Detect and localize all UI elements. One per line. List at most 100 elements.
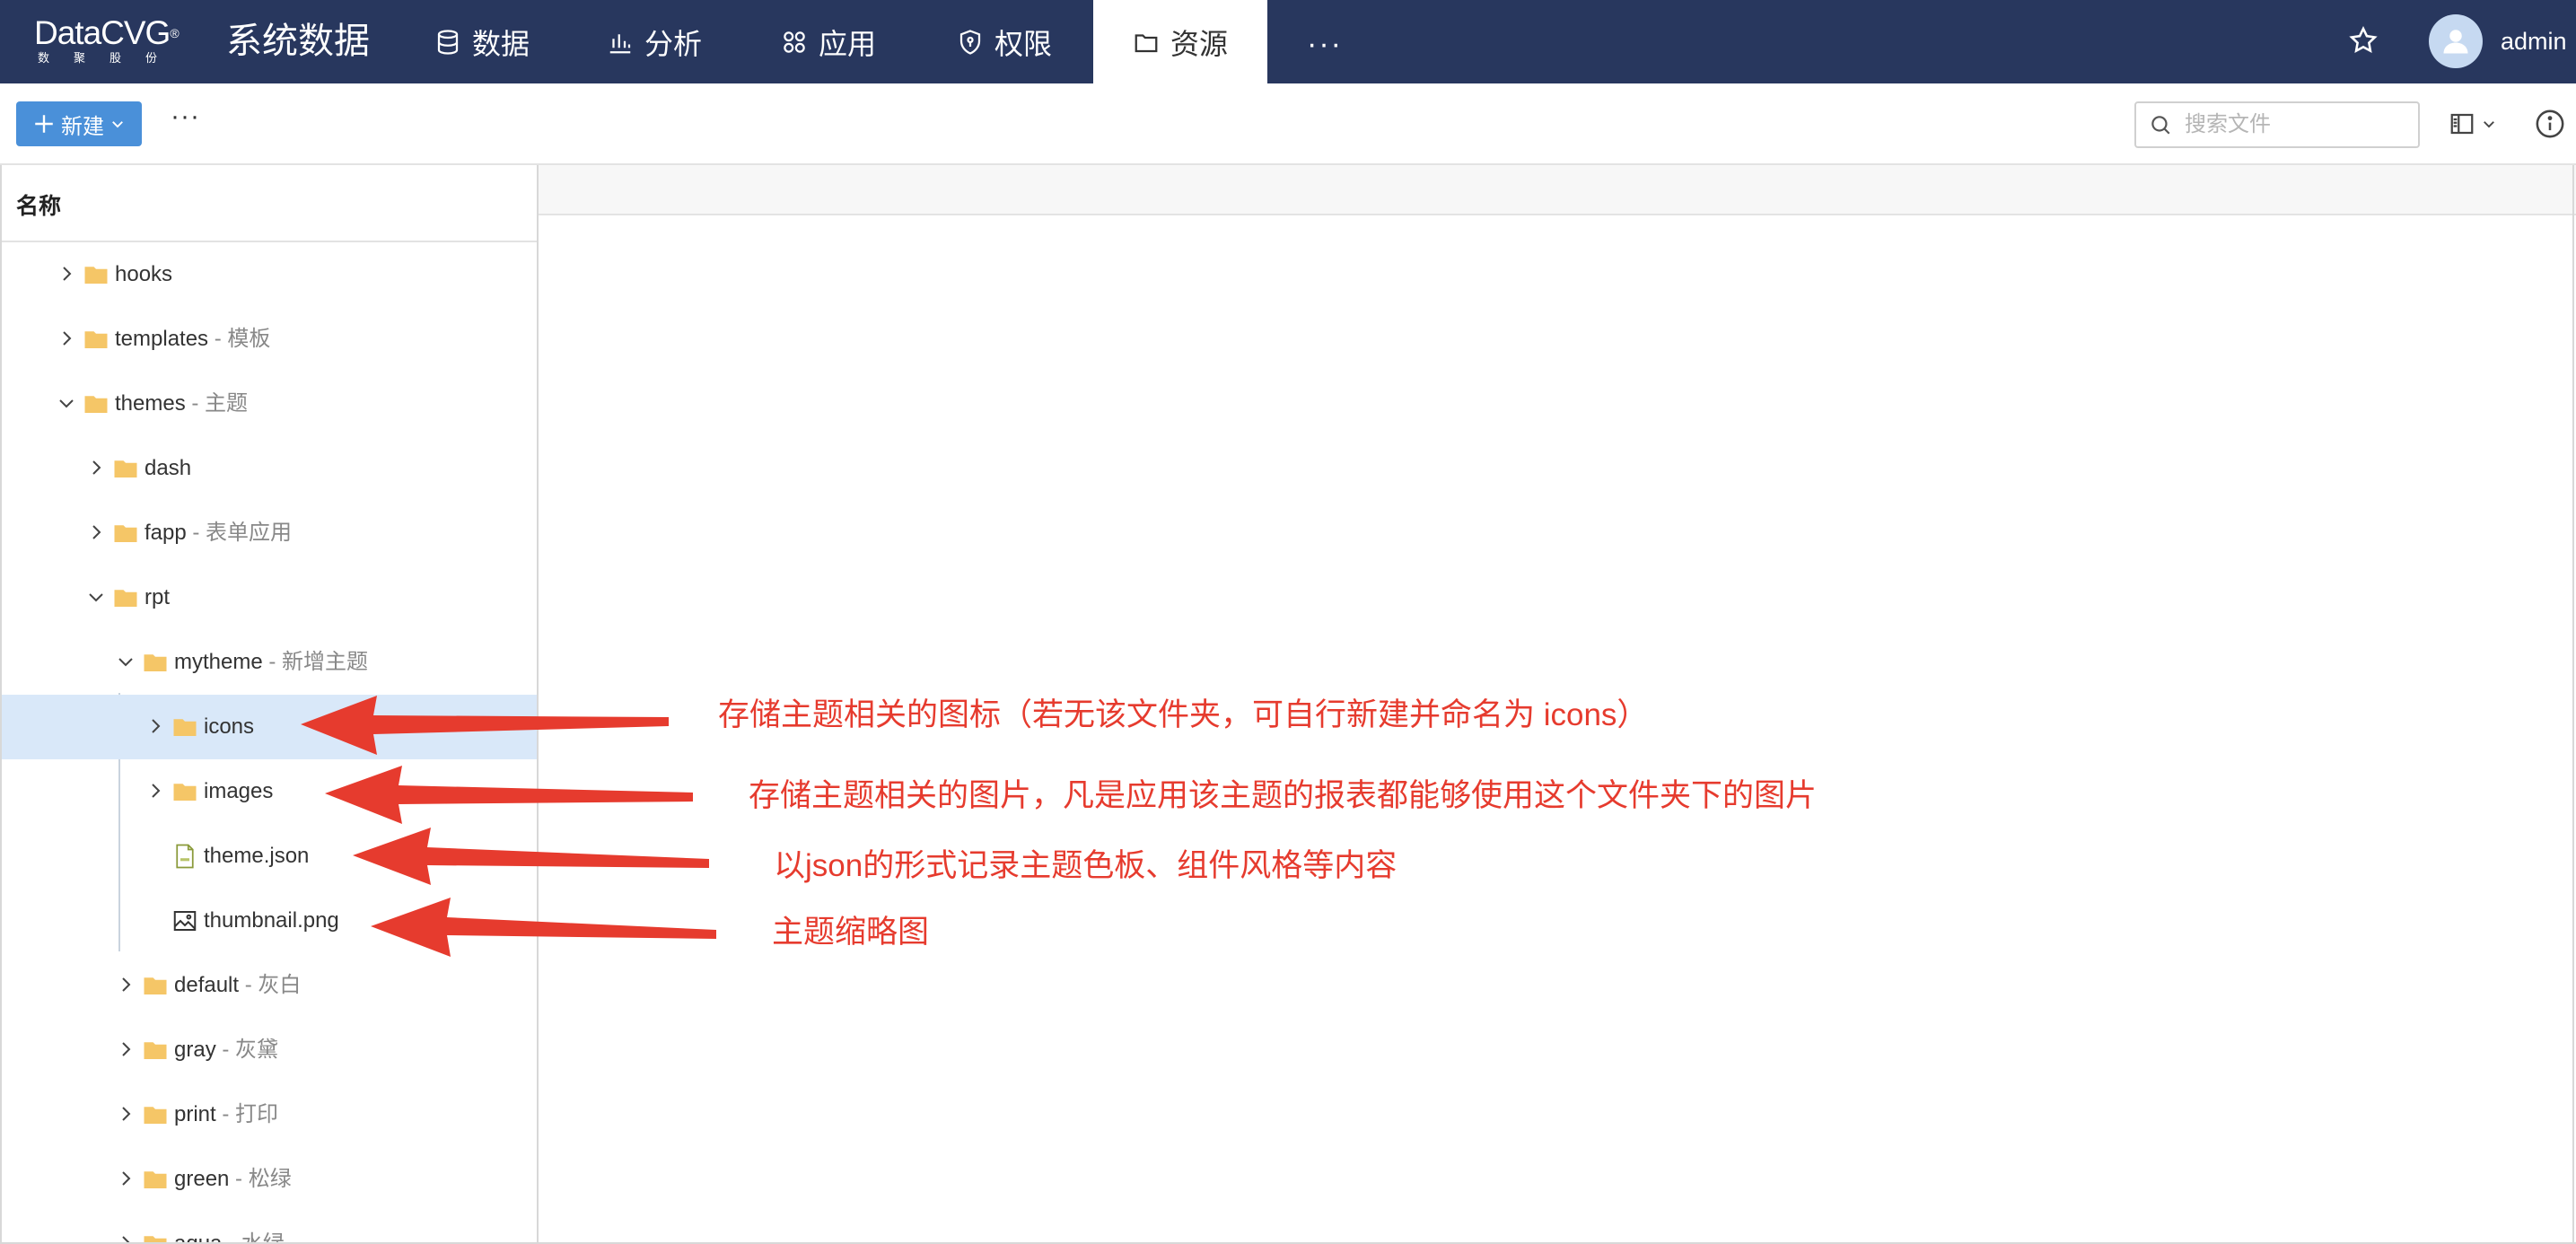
tree-item-green[interactable]: green - 松绿 (2, 1147, 537, 1212)
tree-item-label: mytheme - 新增主题 (174, 649, 368, 676)
nav-item-label: 资源 (1170, 27, 1229, 60)
chevron-right-icon[interactable] (85, 521, 107, 543)
logo-text: DataCVG (34, 14, 171, 51)
tree-item-templates[interactable]: templates - 模板 (2, 307, 537, 372)
folder-icon (144, 1042, 167, 1059)
tree-item-desc: - 灰白 (239, 973, 302, 997)
bar-chart-icon (609, 33, 631, 53)
folder-icon (114, 590, 137, 607)
chevron-down-icon (112, 121, 123, 128)
tree-item-images[interactable]: images (2, 759, 537, 824)
nav-item-label: 应用 (819, 27, 877, 60)
folder-icon (1135, 33, 1158, 52)
tree-item-thumbnail-png[interactable]: thumbnail.png (2, 889, 537, 953)
nav-item-data[interactable]: 数据 (434, 0, 530, 83)
nav-item-apps[interactable]: 应用 (781, 0, 876, 83)
tree-item-icons[interactable]: icons (2, 695, 537, 759)
search-input[interactable] (2185, 112, 2400, 137)
annotation-thumbnail: 主题缩略图 (772, 915, 930, 950)
tree-item-rpt[interactable]: rpt (2, 565, 537, 630)
tree-item-desc: - 模板 (208, 327, 271, 351)
nav-item-label: 权限 (994, 27, 1053, 60)
tree-item-label: green - 松绿 (174, 1166, 292, 1193)
favorite-star-icon[interactable] (2348, 25, 2379, 56)
avatar[interactable] (2429, 14, 2483, 68)
tree-item-name: icons (204, 714, 255, 739)
chevron-right-icon[interactable] (145, 715, 166, 737)
tree-item-name: green (174, 1167, 230, 1191)
info-icon[interactable] (2535, 109, 2565, 139)
tree-item-theme-json[interactable]: theme.json (2, 824, 537, 889)
annotation-theme-json: 以json的形式记录主题色板、组件风格等内容 (774, 848, 1398, 883)
chevron-right-icon[interactable] (115, 1103, 136, 1125)
toolbar: 新建 ··· (0, 83, 2576, 165)
tree-item-desc: - 新增主题 (262, 650, 369, 674)
plus-icon (35, 115, 53, 133)
chevron-right-icon[interactable] (115, 1038, 136, 1060)
folder-icon (84, 396, 108, 413)
tree-item-desc: - 打印 (215, 1102, 279, 1126)
tree-item-name: dash (145, 456, 192, 480)
folder-icon (144, 654, 167, 671)
nav-item-label: 数据 (472, 27, 530, 60)
tree-item-name: gray (174, 1038, 216, 1062)
tree-item-default[interactable]: default - 灰白 (2, 953, 537, 1018)
chevron-down-icon[interactable] (85, 586, 107, 608)
column-header-name[interactable]: 名称 (2, 165, 537, 242)
chevron-down-icon[interactable] (115, 651, 136, 672)
new-button[interactable]: 新建 (16, 101, 142, 146)
tree-item-label: default - 灰白 (174, 972, 301, 999)
logo[interactable]: DataCVG® 数聚股份 (34, 15, 196, 69)
content-header-bar (539, 165, 2576, 215)
system-title: 系统数据 (226, 22, 370, 61)
nav-item-permissions[interactable]: 权限 (957, 0, 1052, 83)
nav-item-analysis[interactable]: 分析 (607, 0, 702, 83)
user-icon (2443, 30, 2468, 54)
chevron-right-icon[interactable] (115, 1168, 136, 1189)
tree-item-gray[interactable]: gray - 灰黛 (2, 1018, 537, 1082)
chevron-right-icon[interactable] (56, 328, 77, 349)
folder-icon (173, 784, 197, 801)
annotation-images-folder: 存储主题相关的图片，凡是应用该主题的报表都能够使用这个文件夹下的图片 (749, 778, 1818, 813)
top-navigation-bar: DataCVG® 数聚股份 系统数据 数据 分析 应用 权限 资源 ··· ad… (0, 0, 2576, 83)
tree-item-label: hooks (115, 261, 172, 288)
tree-item-name: default (174, 973, 240, 997)
tree-item-label: images (204, 778, 273, 805)
nav-more-button[interactable]: ··· (1307, 27, 1343, 62)
image-file-icon (173, 911, 197, 931)
view-mode-button[interactable] (2449, 110, 2497, 137)
logo-subtitle: 数聚股份 (38, 51, 182, 65)
toolbar-more-button[interactable]: ··· (171, 101, 200, 132)
folder-icon (114, 525, 137, 542)
chevron-right-icon[interactable] (115, 974, 136, 995)
chevron-down-icon (2484, 121, 2494, 128)
chevron-down-icon[interactable] (56, 392, 77, 414)
tree-item-fapp[interactable]: fapp - 表单应用 (2, 501, 537, 565)
tree-item-themes[interactable]: themes - 主题 (2, 372, 537, 436)
chevron-right-icon[interactable] (145, 780, 166, 802)
username[interactable]: admin (2501, 25, 2567, 57)
tree-item-desc: - 表单应用 (186, 521, 293, 545)
tree-item-hooks[interactable]: hooks (2, 242, 537, 307)
tree-item-print[interactable]: print - 打印 (2, 1082, 537, 1147)
tree-item-label: themes - 主题 (115, 390, 248, 417)
tree-item-name: print (174, 1102, 216, 1126)
folder-icon (144, 977, 167, 994)
tree-item-aqua[interactable]: aqua - 水绿 (2, 1212, 537, 1244)
tree-item-label: dash (145, 455, 191, 482)
tree-item-label: print - 打印 (174, 1101, 278, 1128)
tree-item-mytheme[interactable]: mytheme - 新增主题 (2, 630, 537, 695)
folder-icon (144, 1107, 167, 1124)
tree-item-name: fapp (145, 521, 187, 545)
nav-item-resources[interactable]: 资源 (1093, 0, 1267, 83)
tree-item-dash[interactable]: dash (2, 436, 537, 501)
chevron-right-icon[interactable] (56, 263, 77, 285)
tree-item-name: rpt (145, 585, 171, 609)
tree-item-name: images (204, 779, 274, 803)
tree-item-name: themes (115, 391, 186, 416)
chevron-right-icon[interactable] (85, 457, 107, 478)
search-box[interactable] (2134, 101, 2420, 148)
tree-item-label: theme.json (204, 843, 309, 870)
new-button-label: 新建 (61, 114, 104, 139)
folder-icon (84, 331, 108, 348)
